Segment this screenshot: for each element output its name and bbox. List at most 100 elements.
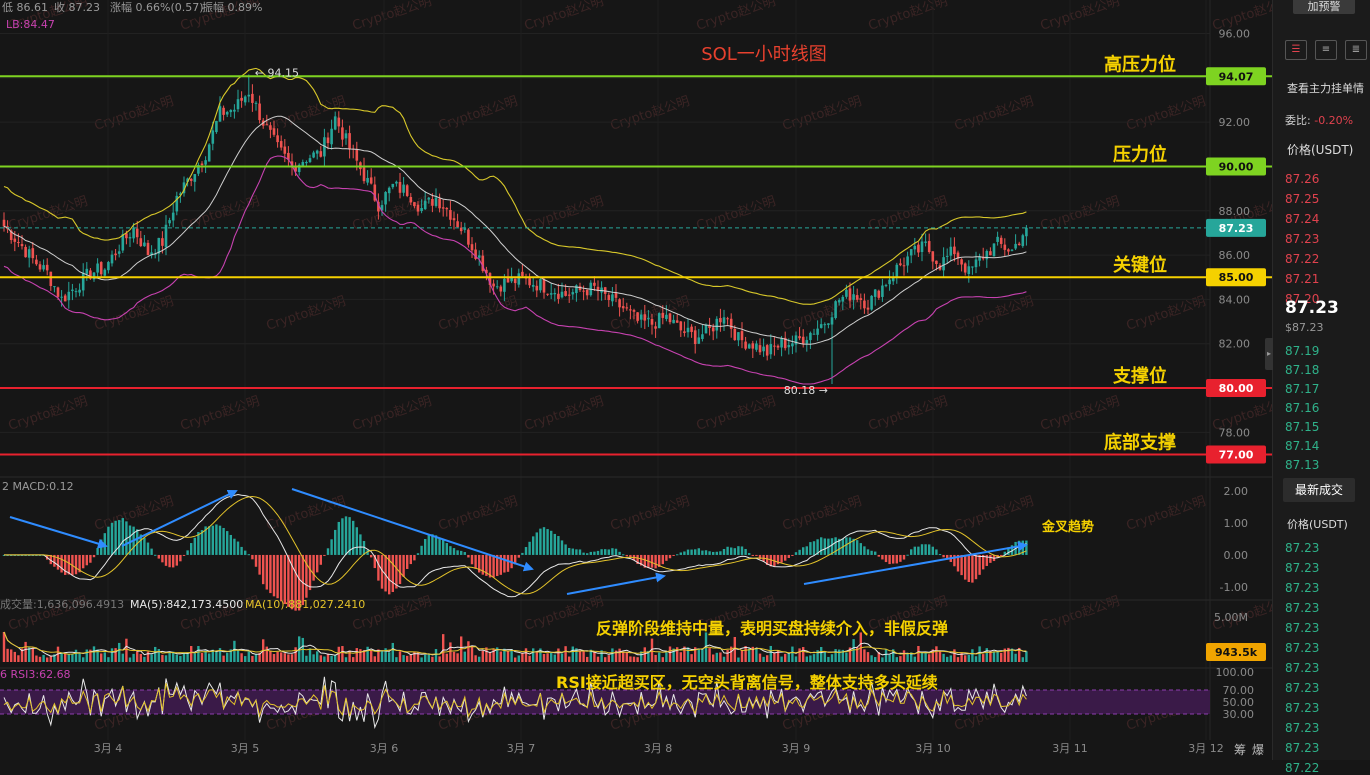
candle-body[interactable] (31, 248, 35, 259)
candle-body[interactable] (236, 99, 240, 110)
candle-body[interactable] (276, 135, 279, 143)
candle-body[interactable] (888, 279, 891, 285)
candle-body[interactable] (801, 336, 805, 344)
candle-body[interactable] (571, 292, 575, 295)
candle-body[interactable] (557, 293, 560, 299)
candle-body[interactable] (60, 296, 63, 298)
bid-price[interactable]: 87.19 (1285, 344, 1319, 358)
candle-body[interactable] (1010, 249, 1014, 251)
candle-body[interactable] (146, 242, 150, 256)
trade-price[interactable]: 87.23 (1285, 561, 1319, 575)
candle-body[interactable] (974, 259, 978, 268)
candle-body[interactable] (845, 289, 848, 297)
candle-body[interactable] (672, 319, 675, 324)
candle-body[interactable] (315, 150, 319, 154)
candle-body[interactable] (467, 229, 470, 245)
candle-body[interactable] (114, 253, 117, 256)
candle-body[interactable] (776, 345, 780, 348)
candle-body[interactable] (269, 125, 272, 130)
candle-body[interactable] (56, 287, 60, 297)
candle-body[interactable] (837, 300, 841, 303)
trade-price[interactable]: 87.23 (1285, 701, 1319, 715)
candle-body[interactable] (243, 96, 247, 103)
candle-body[interactable] (445, 208, 449, 210)
candle-body[interactable] (726, 318, 729, 320)
candle-body[interactable] (513, 278, 517, 284)
candle-body[interactable] (1017, 243, 1021, 246)
candle-body[interactable] (575, 285, 578, 294)
candle-body[interactable] (330, 128, 333, 145)
candle-body[interactable] (744, 341, 747, 349)
candle-body[interactable] (751, 343, 755, 349)
candle-body[interactable] (452, 218, 456, 221)
candle-body[interactable] (722, 317, 726, 324)
bid-price[interactable]: 87.16 (1285, 401, 1319, 415)
trade-price[interactable]: 87.22 (1285, 761, 1319, 775)
candle-body[interactable] (161, 238, 164, 246)
candle-body[interactable] (67, 291, 71, 301)
candle-body[interactable] (107, 262, 110, 271)
candle-body[interactable] (809, 332, 812, 341)
candle-body[interactable] (935, 260, 938, 264)
candle-body[interactable] (830, 317, 834, 325)
candle-body[interactable] (924, 241, 927, 243)
candle-body[interactable] (384, 192, 387, 205)
candle-body[interactable] (780, 338, 783, 348)
candle-body[interactable] (643, 314, 647, 321)
candle-body[interactable] (492, 283, 495, 287)
candle-body[interactable] (564, 291, 567, 296)
candle-body[interactable] (693, 330, 697, 345)
candle-body[interactable] (495, 286, 499, 288)
candle-body[interactable] (254, 102, 258, 104)
trade-price[interactable]: 87.23 (1285, 581, 1319, 595)
candle-body[interactable] (855, 295, 859, 300)
candle-body[interactable] (233, 109, 236, 112)
candle-body[interactable] (675, 320, 679, 323)
candle-body[interactable] (791, 343, 794, 347)
candle-body[interactable] (863, 300, 866, 309)
candle-body[interactable] (827, 323, 830, 325)
candle-body[interactable] (931, 251, 935, 262)
bid-price[interactable]: 87.18 (1285, 363, 1319, 377)
candle-body[interactable] (366, 177, 369, 183)
candle-body[interactable] (337, 117, 341, 127)
candle-body[interactable] (240, 97, 243, 101)
candle-body[interactable] (668, 313, 672, 323)
candle-body[interactable] (42, 265, 45, 270)
candle-body[interactable] (402, 184, 405, 193)
candle-body[interactable] (71, 289, 74, 291)
candle-body[interactable] (769, 344, 773, 355)
ask-price[interactable]: 87.25 (1285, 192, 1319, 206)
trade-price[interactable]: 87.23 (1285, 721, 1319, 735)
candle-body[interactable] (229, 110, 233, 113)
candle-body[interactable] (2, 219, 6, 227)
candle-body[interactable] (560, 291, 564, 298)
candle-body[interactable] (35, 259, 38, 265)
candle-body[interactable] (438, 198, 441, 209)
candle-body[interactable] (953, 246, 956, 255)
candle-body[interactable] (679, 321, 683, 331)
candle-body[interactable] (614, 292, 618, 298)
candle-body[interactable] (477, 255, 481, 258)
candle-body[interactable] (747, 344, 751, 349)
candle-body[interactable] (539, 279, 542, 291)
candle-body[interactable] (283, 146, 287, 154)
candle-body[interactable] (567, 294, 571, 296)
candle-body[interactable] (63, 295, 67, 302)
orderbook-mode-asks-icon[interactable]: ≣ (1345, 40, 1367, 60)
candle-body[interactable] (470, 244, 474, 251)
candle-body[interactable] (621, 306, 625, 309)
trade-price[interactable]: 87.23 (1285, 741, 1319, 755)
candle-body[interactable] (715, 318, 719, 331)
candle-body[interactable] (348, 133, 351, 150)
candle-body[interactable] (420, 207, 423, 212)
candle-body[interactable] (326, 137, 330, 144)
candle-body[interactable] (431, 198, 434, 206)
candle-body[interactable] (1003, 244, 1007, 250)
candle-body[interactable] (942, 257, 945, 271)
candle-body[interactable] (398, 181, 402, 193)
candle-body[interactable] (963, 263, 967, 273)
candle-body[interactable] (906, 256, 909, 266)
candle-body[interactable] (204, 160, 207, 165)
bid-price[interactable]: 87.17 (1285, 382, 1319, 396)
